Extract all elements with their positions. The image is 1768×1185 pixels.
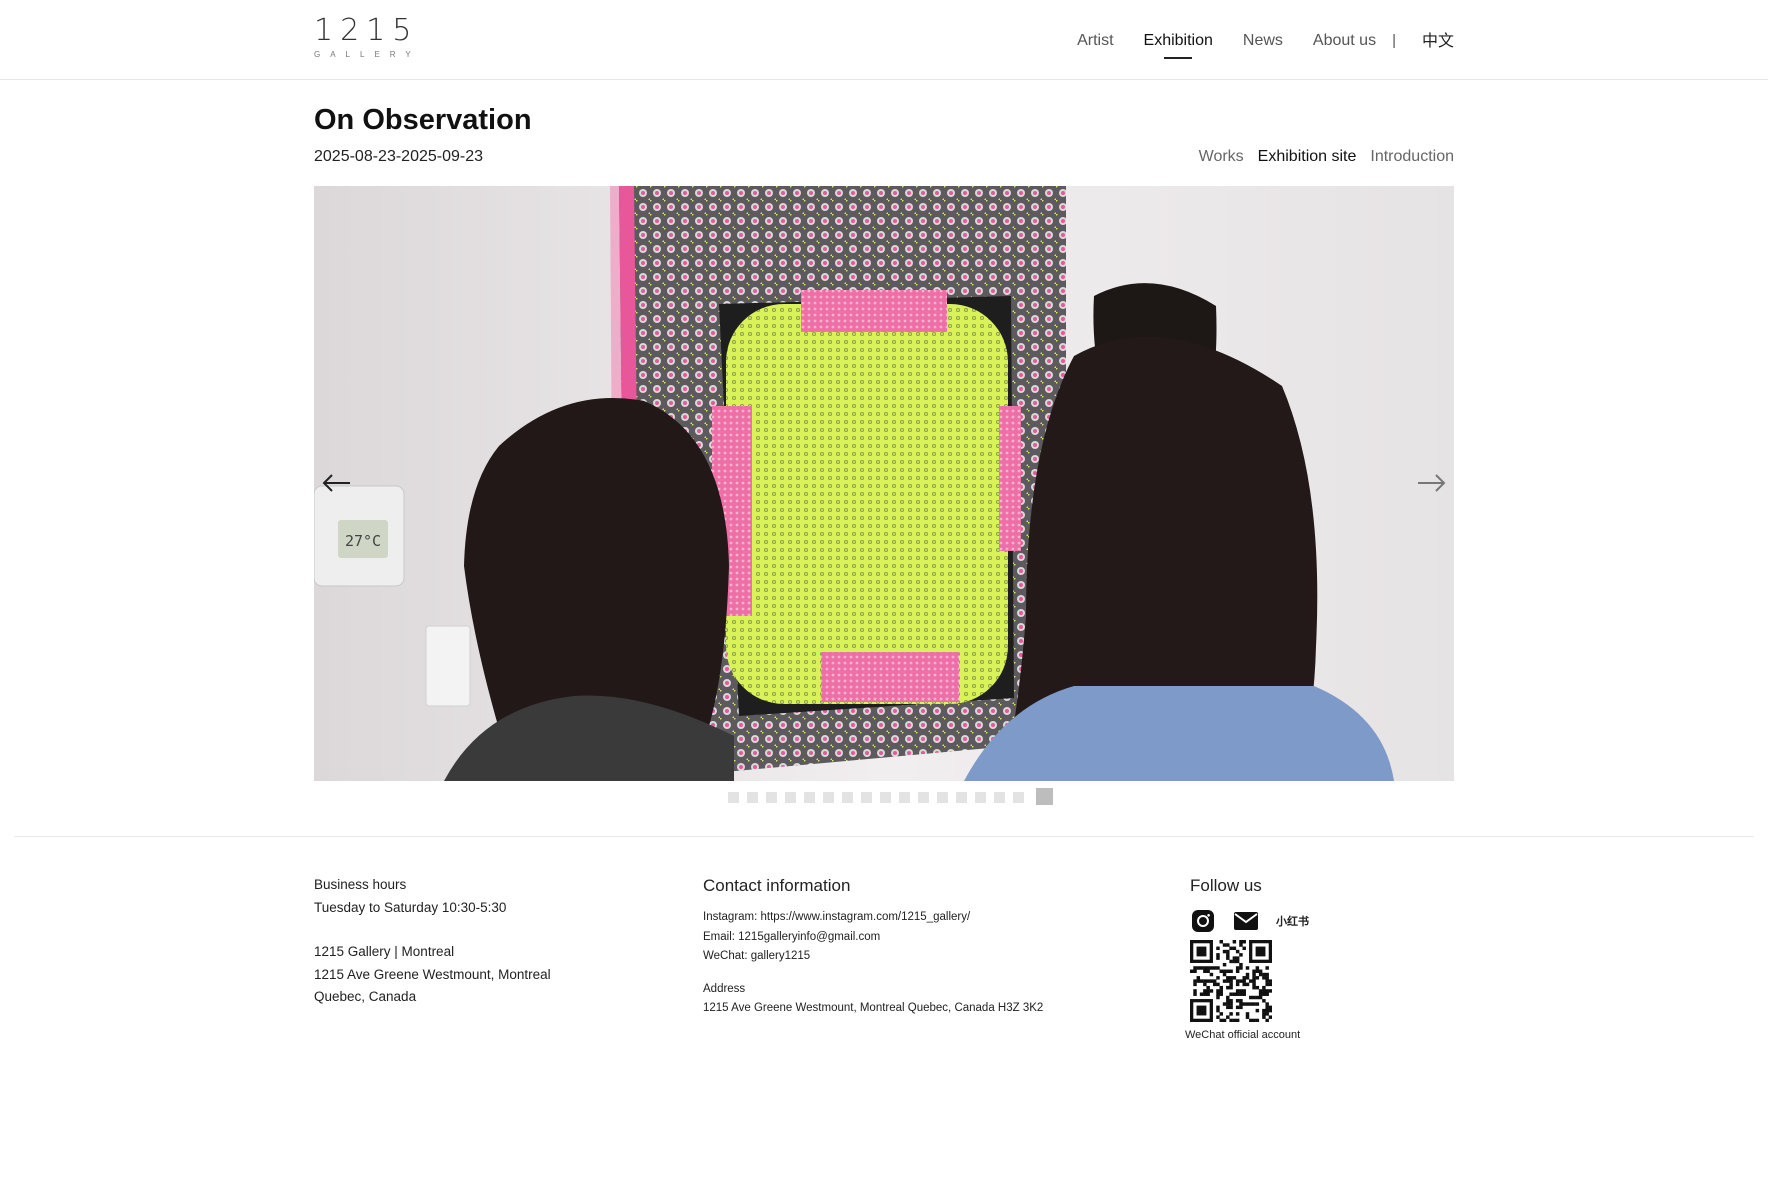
gallery-address-line1: 1215 Ave Greene Westmount, Montreal [314,966,551,982]
slider-dot[interactable] [955,792,967,803]
footer-contact: Contact information Instagram: https://w… [703,876,1043,1019]
slider-next-button[interactable] [1414,466,1448,500]
logo-subtitle: GALLERY [314,50,421,59]
gallery-address-line2: Quebec, Canada [314,989,417,1004]
nav-news[interactable]: News [1243,29,1283,53]
slider-dot[interactable] [860,792,872,803]
instagram-link[interactable] [1190,908,1216,934]
site-header: 1215 GALLERY Artist Exhibition News Abou… [0,0,1768,80]
slider-dot[interactable] [1012,792,1024,803]
tab-works[interactable]: Works [1199,148,1244,166]
footer-business-info: Business hours Tuesday to Saturday 10:30… [314,874,551,1009]
business-hours-heading: Business hours [314,877,407,892]
tab-exhibition-site[interactable]: Exhibition site [1258,148,1357,166]
business-hours-value: Tuesday to Saturday 10:30-5:30 [314,899,507,915]
exhibition-photo: 27°C [314,186,1454,781]
slider-dot[interactable] [993,792,1005,803]
social-links: 小红书 [1190,908,1309,934]
exhibition-title: On Observation [314,104,532,136]
slider-dot[interactable] [841,792,853,803]
tab-introduction[interactable]: Introduction [1370,148,1454,166]
gallery-logo[interactable]: 1215 GALLERY [314,16,424,62]
exhibition-dates: 2025-08-23-2025-09-23 [314,148,484,165]
nav-separator: | [1392,32,1396,49]
slider-dot[interactable] [746,792,758,803]
slider-dot[interactable] [765,792,777,803]
main-nav: Artist Exhibition News About us | 中文 [1047,26,1454,56]
slider-dot[interactable] [936,792,948,803]
slider-dot[interactable] [727,792,739,803]
contact-instagram[interactable]: Instagram: https://www.instagram.com/121… [703,908,1043,928]
exhibition-tabs: Works Exhibition site Introduction [1185,148,1454,166]
slider-dot[interactable] [879,792,891,803]
xiaohongshu-link[interactable]: 小红书 [1276,913,1309,929]
footer-follow: Follow us 小红书 WeChat official account [1185,876,1309,1041]
instagram-icon [1192,910,1214,932]
exhibition-photo-slider[interactable]: 27°C [314,186,1454,781]
slider-prev-button[interactable] [320,466,354,500]
follow-heading: Follow us [1190,876,1262,895]
thermostat-reading: 27°C [345,532,381,550]
email-link[interactable] [1233,908,1259,934]
contact-heading: Contact information [703,876,851,895]
slider-dot[interactable] [917,792,929,803]
footer-divider [14,836,1754,837]
slider-dot[interactable] [974,792,986,803]
nav-exhibition[interactable]: Exhibition [1144,29,1213,53]
gallery-location: 1215 Gallery | Montreal [314,944,455,959]
nav-about-us[interactable]: About us [1313,29,1376,53]
qr-label: WeChat official account [1185,1029,1301,1041]
contact-address: 1215 Ave Greene Westmount, Montreal Queb… [703,1002,1044,1014]
slider-dot[interactable] [898,792,910,803]
slider-dot[interactable] [784,792,796,803]
slider-pagination [0,788,1768,805]
wechat-qr-code [1190,940,1273,1023]
nav-artist[interactable]: Artist [1077,29,1113,53]
contact-email[interactable]: Email: 1215galleryinfo@gmail.com [703,928,1043,948]
logo-number: 1215 [314,13,419,48]
arrow-right-icon [1418,474,1446,492]
arrow-left-icon [322,474,350,492]
slider-dot[interactable] [803,792,815,803]
slider-dot[interactable] [822,792,834,803]
contact-address-label: Address [703,982,746,995]
slider-dot[interactable] [1035,788,1053,805]
contact-wechat: WeChat: gallery1215 [703,950,811,962]
language-switch[interactable]: 中文 [1422,29,1454,53]
mail-icon [1234,912,1258,930]
